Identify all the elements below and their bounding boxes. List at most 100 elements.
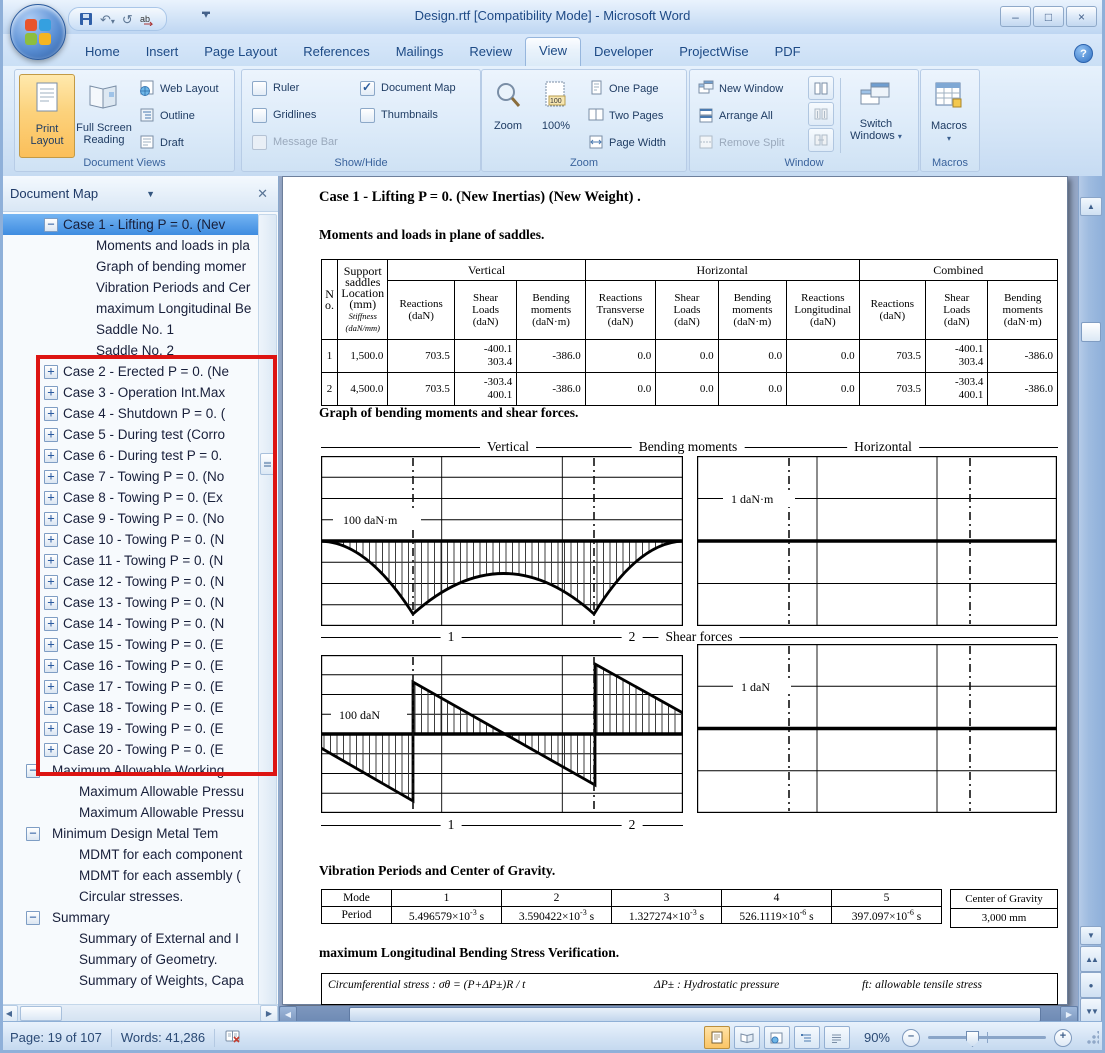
ribbon-tab[interactable]: ProjectWise: [666, 39, 761, 66]
web-layout-button[interactable]: Web Layout: [139, 78, 219, 100]
ribbon-tab[interactable]: Review: [456, 39, 525, 66]
document-map-item[interactable]: + Case 13 - Towing P = 0. (N: [0, 592, 258, 613]
expander-icon[interactable]: +: [44, 407, 58, 421]
document-map-item[interactable]: MDMT for each component: [0, 844, 258, 865]
expander-icon[interactable]: +: [44, 365, 58, 379]
ribbon-tab[interactable]: Page Layout: [191, 39, 290, 66]
expander-icon[interactable]: +: [44, 575, 58, 589]
expander-icon[interactable]: +: [44, 491, 58, 505]
document-map-item[interactable]: − Maximum Allowable Working: [0, 760, 258, 781]
document-hscrollbar[interactable]: ◀ ▶: [279, 1006, 1078, 1022]
document-map-item[interactable]: maximum Longitudinal Be: [0, 298, 258, 319]
show-hide-checkbox[interactable]: Ruler: [252, 78, 362, 98]
document-vscrollbar[interactable]: ▲ ▼ ▲▲ ● ▼▼: [1078, 176, 1103, 1022]
zoom-slider[interactable]: [928, 1036, 1046, 1039]
minimize-button[interactable]: –: [1000, 6, 1031, 27]
document-map-item[interactable]: Saddle No. 2: [0, 340, 258, 361]
redo-icon[interactable]: ↺: [122, 13, 133, 26]
checkbox-icon[interactable]: [252, 81, 267, 96]
view-side-by-side-button[interactable]: [808, 76, 834, 100]
ribbon-tab[interactable]: View: [525, 37, 581, 66]
zoom-slider-thumb[interactable]: [966, 1031, 979, 1047]
expander-icon[interactable]: +: [44, 701, 58, 715]
document-map-item[interactable]: Maximum Allowable Pressu: [0, 781, 258, 802]
document-map-item[interactable]: Summary of Geometry.: [0, 949, 258, 970]
expander-icon[interactable]: +: [44, 638, 58, 652]
document-map-hscroll-thumb[interactable]: [20, 1006, 62, 1021]
expander-icon[interactable]: +: [44, 428, 58, 442]
undo-icon[interactable]: ↶▾: [100, 13, 115, 26]
scroll-left-icon[interactable]: ◀: [279, 1006, 297, 1023]
maximize-button[interactable]: □: [1033, 6, 1064, 27]
help-icon[interactable]: ?: [1074, 44, 1093, 63]
scroll-right-icon[interactable]: ▶: [260, 1005, 278, 1022]
expander-icon[interactable]: −: [26, 764, 40, 778]
show-hide-checkbox[interactable]: Thumbnails: [360, 105, 478, 125]
document-map-item[interactable]: Circular stresses.: [0, 886, 258, 907]
checkbox-icon[interactable]: [360, 108, 375, 123]
checkbox-icon[interactable]: [252, 135, 267, 150]
zoom-level[interactable]: 90%: [864, 1030, 890, 1045]
document-map-hscrollbar[interactable]: ◀ ▶: [0, 1004, 278, 1022]
autocorrect-icon[interactable]: ab: [140, 13, 156, 26]
scroll-down-icon[interactable]: ▼: [1080, 926, 1102, 945]
document-map-item[interactable]: + Case 5 - During test (Corro: [0, 424, 258, 445]
zoom-in-button[interactable]: +: [1054, 1029, 1072, 1047]
zoom-out-button[interactable]: –: [902, 1029, 920, 1047]
document-page[interactable]: Case 1 - Lifting P = 0. (New Inertias) (…: [282, 176, 1068, 1005]
document-map-item[interactable]: Vibration Periods and Cer: [0, 277, 258, 298]
one-page-button[interactable]: One Page: [588, 78, 659, 100]
office-button[interactable]: [10, 4, 66, 60]
expander-icon[interactable]: +: [44, 512, 58, 526]
hscroll-thumb[interactable]: [349, 1007, 1041, 1022]
expander-icon[interactable]: +: [44, 449, 58, 463]
expander-icon[interactable]: +: [44, 470, 58, 484]
document-map-item[interactable]: + Case 16 - Towing P = 0. (E: [0, 655, 258, 676]
document-map-item[interactable]: + Case 11 - Towing P = 0. (N: [0, 550, 258, 571]
full-screen-reading-button[interactable]: Full Screen Reading: [75, 74, 133, 156]
page-indicator[interactable]: Page: 19 of 107: [10, 1030, 102, 1045]
scroll-up-icon[interactable]: ▲: [1080, 197, 1102, 216]
print-layout-view-button[interactable]: [704, 1026, 730, 1049]
page-width-button[interactable]: Page Width: [588, 132, 666, 154]
expander-icon[interactable]: +: [44, 386, 58, 400]
document-map-item[interactable]: Summary of External and I: [0, 928, 258, 949]
qat-customize-icon[interactable]: ▬▾: [202, 10, 210, 18]
document-map-item[interactable]: + Case 10 - Towing P = 0. (N: [0, 529, 258, 550]
zoom-100-button[interactable]: 100 100%: [534, 74, 578, 156]
document-map-dropdown-icon[interactable]: ▼: [146, 189, 155, 199]
ribbon-tab[interactable]: References: [290, 39, 382, 66]
document-map-item[interactable]: + Case 7 - Towing P = 0. (No: [0, 466, 258, 487]
document-map-vscroll-thumb[interactable]: ▬▬: [260, 453, 275, 475]
word-count[interactable]: Words: 41,286: [121, 1030, 205, 1045]
show-hide-checkbox[interactable]: Message Bar: [252, 132, 362, 152]
close-button[interactable]: ×: [1066, 6, 1097, 27]
document-map-item[interactable]: Summary of Weights, Capa: [0, 970, 258, 991]
document-map-item[interactable]: + Case 15 - Towing P = 0. (E: [0, 634, 258, 655]
checkbox-icon[interactable]: [252, 108, 267, 123]
expander-icon[interactable]: −: [26, 827, 40, 841]
expander-icon[interactable]: +: [44, 533, 58, 547]
scroll-left-icon[interactable]: ◀: [0, 1005, 18, 1022]
arrange-all-button[interactable]: Arrange All: [698, 105, 773, 127]
document-map-item[interactable]: + Case 12 - Towing P = 0. (N: [0, 571, 258, 592]
document-map-item[interactable]: Moments and loads in pla: [0, 235, 258, 256]
expander-icon[interactable]: −: [44, 218, 58, 232]
document-map-item[interactable]: − Summary: [0, 907, 258, 928]
synchronous-scrolling-button[interactable]: [808, 102, 834, 126]
document-map-item[interactable]: − Minimum Design Metal Tem: [0, 823, 258, 844]
expander-icon[interactable]: +: [44, 617, 58, 631]
document-map-item[interactable]: + Case 8 - Towing P = 0. (Ex: [0, 487, 258, 508]
show-hide-checkbox[interactable]: Document Map: [360, 78, 478, 98]
checkbox-icon[interactable]: [360, 81, 375, 96]
document-map-item[interactable]: + Case 9 - Towing P = 0. (No: [0, 508, 258, 529]
resize-grip[interactable]: [1086, 1031, 1099, 1044]
show-hide-checkbox[interactable]: Gridlines: [252, 105, 362, 125]
web-layout-view-button[interactable]: [764, 1026, 790, 1049]
document-map-item[interactable]: − Case 1 - Lifting P = 0. (Nev: [0, 214, 258, 235]
previous-page-button[interactable]: ▲▲: [1080, 946, 1102, 972]
scroll-right-icon[interactable]: ▶: [1060, 1006, 1078, 1023]
document-map-item[interactable]: Maximum Allowable Pressu: [0, 802, 258, 823]
document-map-item[interactable]: Graph of bending momer: [0, 256, 258, 277]
proofing-status-icon[interactable]: [224, 1029, 242, 1047]
